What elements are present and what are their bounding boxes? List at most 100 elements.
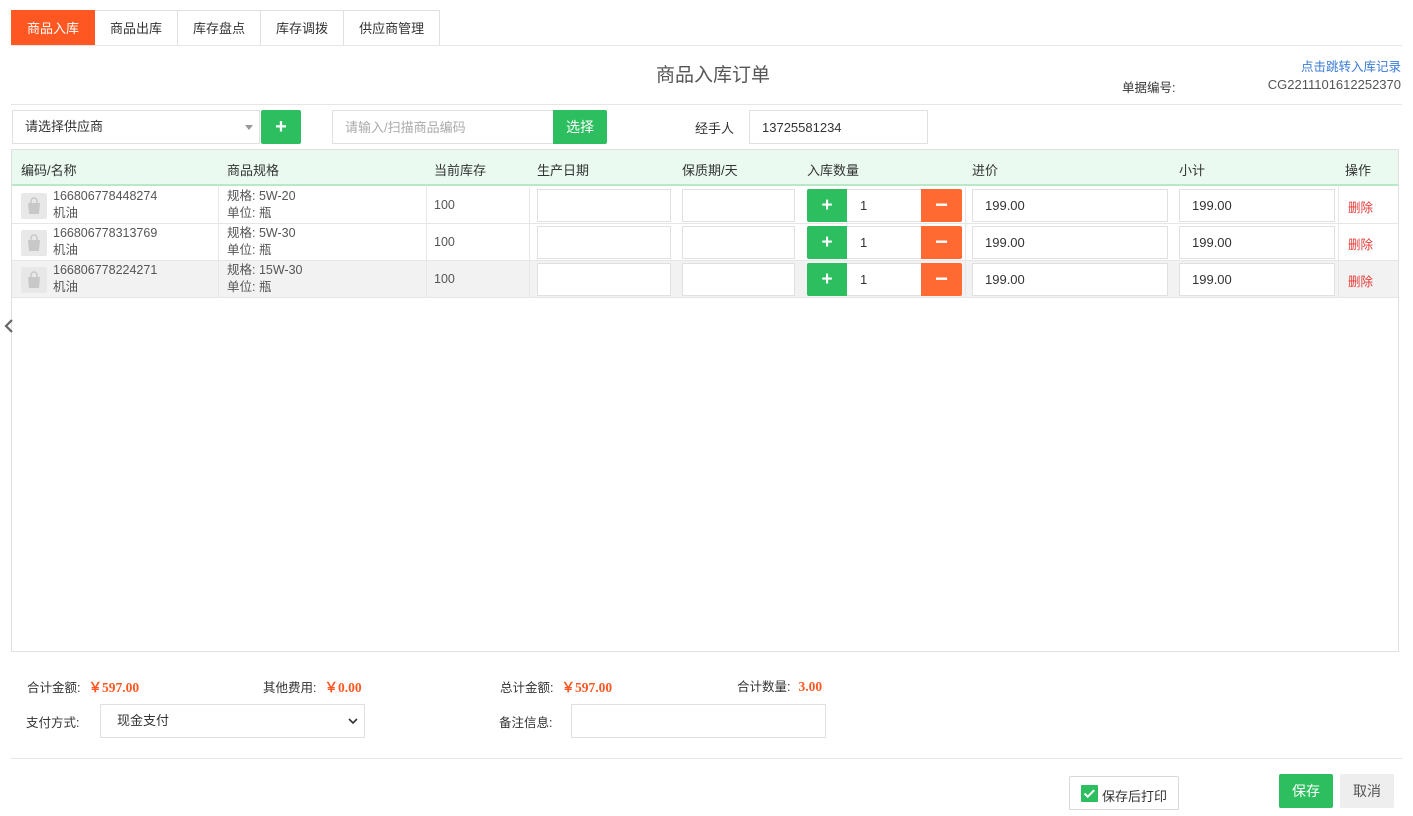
total-amount-label: 合计金额: — [27, 681, 81, 695]
product-thumbnail-icon — [21, 267, 47, 293]
add-supplier-button[interactable]: + — [261, 110, 301, 144]
quantity-increase-button[interactable]: + — [807, 226, 847, 259]
product-name: 机油 — [53, 243, 79, 257]
product-spec: 规格: 5W-30 — [227, 226, 296, 240]
table-row: 166806778313769 机油 规格: 5W-30 单位: 瓶 100 +… — [12, 224, 1398, 261]
column-header-spec: 商品规格 — [227, 163, 280, 178]
checkmark-icon — [1081, 785, 1098, 802]
payment-method-value: 现金支付 — [117, 713, 170, 728]
order-no-label: 单据编号: — [1122, 81, 1176, 95]
product-unit: 单位: 瓶 — [227, 243, 272, 257]
chevron-down-icon — [348, 718, 358, 725]
product-code-input[interactable] — [332, 110, 554, 144]
table-row: 166806778224271 机油 规格: 15W-30 单位: 瓶 100 … — [12, 261, 1398, 298]
chevron-left-icon[interactable] — [3, 318, 15, 334]
column-header-stock: 当前库存 — [434, 163, 487, 178]
current-stock: 100 — [434, 272, 455, 286]
tab-stock-out[interactable]: 商品出库 — [95, 10, 179, 46]
table-row: 166806778448274 机油 规格: 5W-20 单位: 瓶 100 +… — [12, 187, 1398, 224]
handler-label: 经手人 — [695, 121, 735, 136]
product-spec: 规格: 5W-20 — [227, 189, 296, 203]
quantity-decrease-button[interactable]: − — [921, 263, 962, 296]
quantity-input[interactable]: 1 — [847, 226, 921, 259]
column-header-actions: 操作 — [1345, 163, 1372, 178]
shelf-life-input[interactable] — [682, 263, 795, 296]
grand-total: 总计金额: ￥597.00 — [500, 676, 612, 696]
production-date-input[interactable] — [537, 263, 671, 296]
product-spec: 规格: 15W-30 — [227, 263, 303, 277]
product-code: 166806778448274 — [53, 189, 158, 203]
subtotal-input[interactable] — [1179, 263, 1335, 296]
delete-row-link[interactable]: 删除 — [1348, 271, 1373, 290]
total-amount-value: ￥597.00 — [88, 680, 140, 695]
grand-total-label: 总计金额: — [500, 681, 554, 695]
other-fee-value: ￥0.00 — [324, 680, 362, 695]
quantity-input[interactable]: 1 — [847, 189, 921, 222]
stock-in-record-link[interactable]: 点击跳转入库记录 — [1301, 56, 1401, 75]
quantity-increase-button[interactable]: + — [807, 263, 847, 296]
total-quantity: 合计数量: 3.00 — [737, 676, 822, 695]
quantity-decrease-button[interactable]: − — [921, 189, 962, 222]
tab-stock-in[interactable]: 商品入库 — [11, 10, 96, 46]
caret-down-icon — [245, 125, 253, 130]
quantity-increase-button[interactable]: + — [807, 189, 847, 222]
production-date-input[interactable] — [537, 226, 671, 259]
subtotal-input[interactable] — [1179, 189, 1335, 222]
total-quantity-label: 合计数量: — [737, 680, 791, 694]
current-stock: 100 — [434, 198, 455, 212]
column-header-production-date: 生产日期 — [537, 163, 590, 178]
cancel-button[interactable]: 取消 — [1340, 774, 1394, 808]
product-thumbnail-icon — [21, 230, 47, 256]
column-header-shelf-life: 保质期/天 — [682, 163, 738, 178]
production-date-input[interactable] — [537, 189, 671, 222]
footer-divider — [11, 758, 1402, 759]
total-amount: 合计金额: ￥597.00 — [27, 676, 139, 696]
grand-total-value: ￥597.00 — [561, 680, 613, 695]
save-button[interactable]: 保存 — [1279, 774, 1333, 808]
subtotal-input[interactable] — [1179, 226, 1335, 259]
column-header-price: 进价 — [972, 163, 999, 178]
supplier-select-value: 请选择供应商 — [25, 119, 104, 134]
purchase-price-input[interactable] — [972, 226, 1168, 259]
tab-bar: 商品入库 商品出库 库存盘点 库存调拨 供应商管理 — [11, 10, 441, 46]
remark-label: 备注信息: — [499, 716, 553, 730]
product-name: 机油 — [53, 206, 79, 220]
shelf-life-input[interactable] — [682, 189, 795, 222]
product-thumbnail-icon — [21, 193, 47, 219]
current-stock: 100 — [434, 235, 455, 249]
column-header-quantity: 入库数量 — [807, 163, 860, 178]
print-after-save-label: 保存后打印 — [1102, 789, 1168, 804]
product-unit: 单位: 瓶 — [227, 206, 272, 220]
product-code: 166806778313769 — [53, 226, 158, 240]
payment-method-select[interactable]: 现金支付 — [100, 704, 365, 738]
purchase-price-input[interactable] — [972, 263, 1168, 296]
payment-method-label: 支付方式: — [26, 716, 80, 730]
choose-product-button[interactable]: 选择 — [553, 110, 607, 144]
purchase-price-input[interactable] — [972, 189, 1168, 222]
tab-stock-transfer[interactable]: 库存调拨 — [261, 10, 345, 46]
column-header-subtotal: 小计 — [1179, 163, 1206, 178]
shelf-life-input[interactable] — [682, 226, 795, 259]
quantity-input[interactable]: 1 — [847, 263, 921, 296]
remark-input[interactable] — [571, 704, 826, 738]
product-name: 机油 — [53, 280, 79, 294]
product-unit: 单位: 瓶 — [227, 280, 272, 294]
tabs-divider — [11, 45, 1402, 46]
delete-row-link[interactable]: 删除 — [1348, 234, 1373, 253]
header-divider — [11, 104, 1402, 105]
tab-supplier-management[interactable]: 供应商管理 — [344, 10, 441, 46]
other-fee: 其他费用: ￥0.00 — [263, 676, 362, 696]
table-header: 编码/名称 商品规格 当前库存 生产日期 保质期/天 入库数量 进价 小计 操作 — [12, 150, 1398, 186]
product-table: 编码/名称 商品规格 当前库存 生产日期 保质期/天 入库数量 进价 小计 操作… — [11, 149, 1399, 652]
page-title: 商品入库订单 — [655, 65, 770, 86]
quantity-decrease-button[interactable]: − — [921, 226, 962, 259]
supplier-select[interactable]: 请选择供应商 — [12, 110, 260, 144]
other-fee-label: 其他费用: — [263, 681, 317, 695]
total-quantity-value: 3.00 — [798, 679, 823, 694]
order-no-value: CG2211101612252370 — [1267, 77, 1401, 92]
print-after-save-checkbox[interactable]: 保存后打印 — [1069, 776, 1179, 810]
tab-inventory-check[interactable]: 库存盘点 — [178, 10, 262, 46]
delete-row-link[interactable]: 删除 — [1348, 197, 1373, 216]
product-code: 166806778224271 — [53, 263, 158, 277]
handler-input[interactable] — [749, 110, 928, 144]
